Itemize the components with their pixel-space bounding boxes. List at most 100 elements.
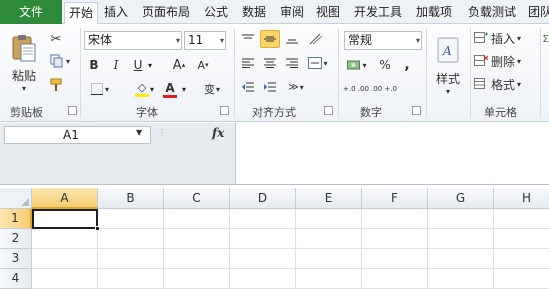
decrease-indent-button[interactable]	[238, 78, 258, 96]
percent-style-button[interactable]: %	[376, 56, 394, 74]
accounting-format-button[interactable]: ▾	[344, 56, 370, 74]
align-right-button[interactable]	[282, 54, 302, 72]
tab-review[interactable]: 审阅	[276, 2, 308, 24]
format-cells-button[interactable]: 格式 ▾	[474, 75, 536, 93]
cell-g3[interactable]	[428, 249, 494, 269]
styles-button[interactable]: A 样式 ▾	[430, 28, 466, 104]
paste-button[interactable]: 粘贴 ▾	[6, 28, 42, 98]
chevron-down-icon[interactable]: ▼	[136, 128, 142, 137]
column-header-d[interactable]: D	[230, 188, 296, 209]
clipboard-dialog-launcher[interactable]	[68, 106, 77, 115]
cell-e4[interactable]	[296, 269, 362, 289]
merge-center-button[interactable]: ▾	[306, 54, 330, 72]
cell-c2[interactable]	[164, 229, 230, 249]
cell-d2[interactable]	[230, 229, 296, 249]
tab-formulas[interactable]: 公式	[200, 2, 232, 24]
cell-b2[interactable]	[98, 229, 164, 249]
insert-function-button[interactable]: fx	[212, 126, 224, 140]
alignment-dialog-launcher[interactable]	[324, 106, 333, 115]
cell-f3[interactable]	[362, 249, 428, 269]
align-bottom-button[interactable]	[282, 30, 302, 48]
tab-data[interactable]: 数据	[238, 2, 270, 24]
cell-e3[interactable]	[296, 249, 362, 269]
tab-home[interactable]: 开始	[64, 2, 99, 25]
row-header-2[interactable]: 2	[0, 229, 32, 249]
cell-f2[interactable]	[362, 229, 428, 249]
resize-grip-icon[interactable]: ⋮	[158, 128, 166, 138]
number-dialog-launcher[interactable]	[412, 106, 421, 115]
cell-b4[interactable]	[98, 269, 164, 289]
cell-f1[interactable]	[362, 209, 428, 229]
cell-e1[interactable]	[296, 209, 362, 229]
cell-a2[interactable]	[32, 229, 98, 249]
font-name-combo[interactable]: 宋体 ▾	[84, 31, 182, 50]
fill-handle[interactable]	[95, 226, 100, 231]
align-middle-button[interactable]	[260, 30, 280, 48]
cell-g4[interactable]	[428, 269, 494, 289]
name-box[interactable]: A1	[4, 126, 151, 144]
cell-a3[interactable]	[32, 249, 98, 269]
column-header-f[interactable]: F	[362, 188, 428, 209]
row-header-4[interactable]: 4	[0, 269, 32, 289]
align-left-button[interactable]	[238, 54, 258, 72]
cell-d3[interactable]	[230, 249, 296, 269]
tab-developer[interactable]: 开发工具	[350, 2, 406, 24]
cell-c3[interactable]	[164, 249, 230, 269]
select-all-button[interactable]	[0, 188, 32, 209]
cell-e2[interactable]	[296, 229, 362, 249]
increase-decimal-button[interactable]: +.0 .00	[343, 80, 369, 98]
underline-button[interactable]: U	[130, 56, 146, 74]
cell-g2[interactable]	[428, 229, 494, 249]
align-top-button[interactable]	[238, 30, 258, 48]
cell-a4[interactable]	[32, 269, 98, 289]
tab-load-test[interactable]: 负载测试	[464, 2, 520, 24]
borders-button[interactable]: ▾	[86, 80, 114, 98]
row-header-3[interactable]: 3	[0, 249, 32, 269]
phonetic-guide-button[interactable]: 变 ▾	[200, 80, 224, 98]
orientation-button[interactable]	[306, 30, 326, 48]
decrease-decimal-button[interactable]: .00 +.0	[371, 80, 397, 98]
column-header-c[interactable]: C	[164, 188, 230, 209]
align-center-button[interactable]	[260, 54, 280, 72]
delete-cells-button[interactable]: 删除 ▾	[474, 52, 536, 70]
sum-icon[interactable]: Σ	[542, 30, 549, 48]
tab-page-layout[interactable]: 页面布局	[138, 2, 194, 24]
font-dialog-launcher[interactable]	[220, 106, 229, 115]
format-painter-button[interactable]	[46, 76, 66, 94]
tab-view[interactable]: 视图	[312, 2, 344, 24]
tab-insert[interactable]: 插入	[100, 2, 132, 24]
number-format-combo[interactable]: 常规 ▾	[344, 31, 422, 50]
insert-cells-button[interactable]: 插入 ▾	[474, 29, 536, 47]
column-header-b[interactable]: B	[98, 188, 164, 209]
cell-c1[interactable]	[164, 209, 230, 229]
tab-add-ins[interactable]: 加载项	[412, 2, 456, 24]
cut-button[interactable]: ✂	[46, 30, 66, 48]
italic-button[interactable]: I	[108, 56, 124, 74]
cell-c4[interactable]	[164, 269, 230, 289]
font-color-button[interactable]: A	[158, 80, 182, 98]
cell-a1[interactable]	[32, 209, 100, 231]
cell-h2[interactable]	[494, 229, 549, 249]
wrap-text-button[interactable]: ≫ ▾	[284, 78, 308, 96]
cell-g1[interactable]	[428, 209, 494, 229]
column-header-e[interactable]: E	[296, 188, 362, 209]
column-header-a[interactable]: A	[32, 188, 98, 209]
cell-h3[interactable]	[494, 249, 549, 269]
bold-button[interactable]: B	[86, 56, 102, 74]
cell-b3[interactable]	[98, 249, 164, 269]
tab-team[interactable]: 团队	[524, 2, 549, 24]
cell-b1[interactable]	[98, 209, 164, 229]
tab-file[interactable]: 文件	[0, 0, 62, 24]
copy-button[interactable]: ▾	[46, 52, 74, 70]
increase-font-size-button[interactable]: A ▴	[170, 56, 188, 74]
cell-h1[interactable]	[494, 209, 549, 229]
comma-style-button[interactable]: ,	[398, 56, 416, 74]
column-header-g[interactable]: G	[428, 188, 494, 209]
row-header-1[interactable]: 1	[0, 209, 32, 229]
font-size-combo[interactable]: 11 ▾	[184, 31, 226, 50]
cell-h4[interactable]	[494, 269, 549, 289]
increase-indent-button[interactable]	[260, 78, 280, 96]
cell-d1[interactable]	[230, 209, 296, 229]
formula-input[interactable]	[236, 123, 549, 185]
decrease-font-size-button[interactable]: A ▾	[194, 56, 212, 74]
